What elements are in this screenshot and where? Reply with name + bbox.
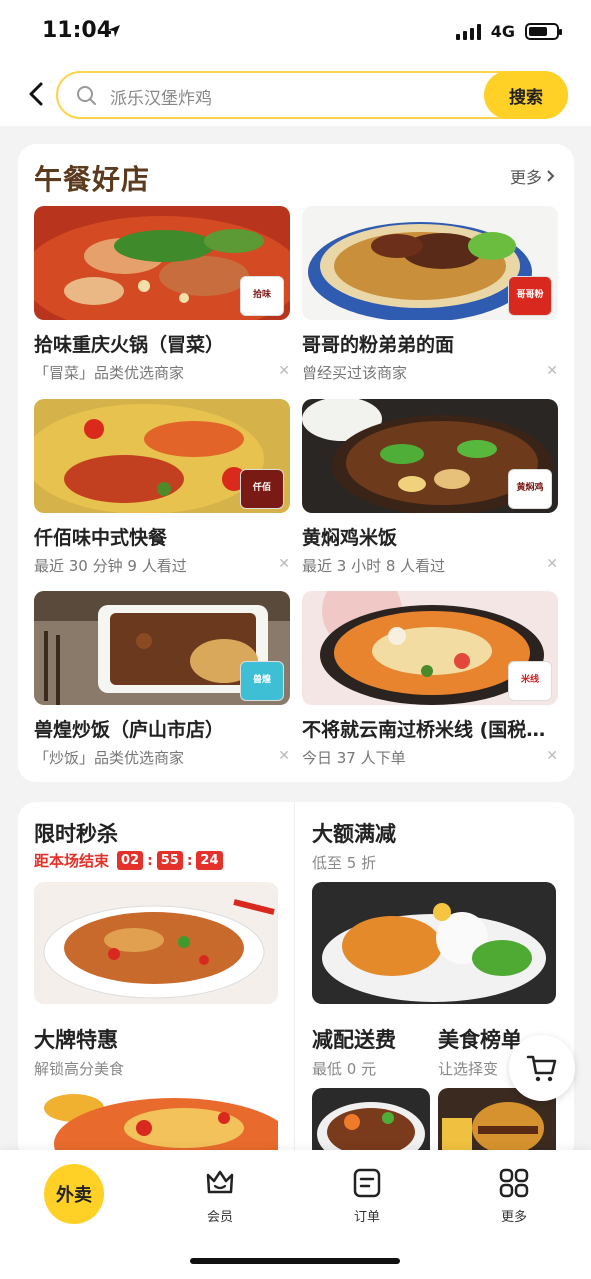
big-discount-image bbox=[312, 882, 556, 1004]
food-ranking-title: 美食榜单 bbox=[438, 1028, 522, 1052]
shop-name: 仟佰味中式快餐 bbox=[34, 527, 168, 549]
orders-icon bbox=[353, 1168, 381, 1198]
shop-name: 拾味重庆火锅（冒菜） bbox=[34, 334, 225, 356]
cart-button[interactable] bbox=[509, 1035, 575, 1101]
nav-takeout[interactable]: 外卖 bbox=[44, 1164, 104, 1224]
shop-image: 兽煌 bbox=[34, 591, 290, 705]
big-discount-title: 大额满减 bbox=[312, 822, 396, 846]
shop-logo: 哥哥粉 bbox=[508, 276, 552, 316]
status-time: 11:04 bbox=[42, 18, 113, 43]
shop-logo: 黄焖鸡 bbox=[508, 469, 552, 509]
home-indicator bbox=[190, 1258, 400, 1264]
shop-subtitle: 今日 37 人下单 bbox=[302, 749, 406, 767]
signal-icon bbox=[455, 23, 481, 40]
countdown: 距本场结束 02 : 55 : 24 bbox=[34, 850, 223, 871]
food-ranking-subtitle: 让选择变 bbox=[438, 1060, 499, 1078]
nav-more[interactable]: 更多 bbox=[474, 1164, 554, 1225]
back-button[interactable] bbox=[20, 76, 52, 112]
shop-logo: 拾味 bbox=[240, 276, 284, 316]
shop-subtitle: 最近 30 分钟 9 人看过 bbox=[34, 557, 187, 575]
big-discount-subtitle: 低至 5 折 bbox=[312, 854, 377, 872]
dismiss-icon[interactable]: ✕ bbox=[546, 748, 558, 764]
shop-name: 不将就云南过桥米线 (国税… bbox=[302, 719, 546, 741]
location-arrow-icon bbox=[108, 25, 120, 37]
divider bbox=[294, 802, 295, 1162]
shop-image: 黄焖鸡 bbox=[302, 399, 558, 513]
shop-logo: 兽煌 bbox=[240, 661, 284, 701]
brand-deals-title: 大牌特惠 bbox=[34, 1028, 118, 1052]
nav-orders[interactable]: 订单 bbox=[327, 1164, 407, 1225]
brand-deals-subtitle: 解锁高分美食 bbox=[34, 1060, 125, 1078]
battery-icon bbox=[525, 23, 562, 40]
shop-image: 拾味 bbox=[34, 206, 290, 320]
search-placeholder: 派乐汉堡炸鸡 bbox=[110, 89, 212, 109]
shop-subtitle: 「冒菜」品类优选商家 bbox=[34, 364, 185, 382]
dismiss-icon[interactable]: ✕ bbox=[278, 556, 290, 572]
chevron-right-icon bbox=[547, 170, 555, 182]
shop-image: 哥哥粉 bbox=[302, 206, 558, 320]
countdown-seconds: 24 bbox=[196, 851, 223, 870]
delivery-fee-subtitle: 最低 0 元 bbox=[312, 1060, 377, 1078]
shop-item[interactable]: 兽煌 兽煌炒饭（庐山市店） 「炒饭」品类优选商家 ✕ bbox=[34, 591, 290, 769]
status-bar: 11:04 4G bbox=[0, 0, 591, 62]
flash-sale-image bbox=[34, 882, 278, 1004]
shop-name: 哥哥的粉弟弟的面 bbox=[302, 334, 455, 356]
search-input[interactable]: 派乐汉堡炸鸡 搜索 bbox=[56, 71, 568, 119]
dismiss-icon[interactable]: ✕ bbox=[278, 748, 290, 764]
shop-item[interactable]: 仟佰 仟佰味中式快餐 最近 30 分钟 9 人看过 ✕ bbox=[34, 399, 290, 577]
grid-icon bbox=[499, 1168, 529, 1198]
shop-subtitle: 最近 3 小时 8 人看过 bbox=[302, 557, 446, 575]
lunch-shops-card: 午餐好店 更多 拾味 拾味重庆火锅（冒菜） 「冒菜」品类优选商家 ✕ 哥哥粉 哥… bbox=[18, 144, 574, 782]
dismiss-icon[interactable]: ✕ bbox=[546, 556, 558, 572]
nav-member-label: 会员 bbox=[206, 1210, 233, 1225]
nav-more-label: 更多 bbox=[500, 1210, 527, 1225]
shop-name: 兽煌炒饭（庐山市店） bbox=[34, 719, 225, 741]
shop-item[interactable]: 黄焖鸡 黄焖鸡米饭 最近 3 小时 8 人看过 ✕ bbox=[302, 399, 558, 577]
shop-subtitle: 曾经买过该商家 bbox=[302, 364, 408, 382]
network-label: 4G bbox=[490, 22, 515, 41]
promo-card: 限时秒杀 距本场结束 02 : 55 : 24 大额满减 低至 5 折 大牌特惠… bbox=[18, 802, 574, 1162]
dismiss-icon[interactable]: ✕ bbox=[278, 363, 290, 379]
shop-subtitle: 「炒饭」品类优选商家 bbox=[34, 749, 185, 767]
delivery-fee-title: 减配送费 bbox=[312, 1028, 396, 1052]
more-label: 更多 bbox=[509, 168, 542, 187]
shop-item[interactable]: 拾味 拾味重庆火锅（冒菜） 「冒菜」品类优选商家 ✕ bbox=[34, 206, 290, 384]
lunch-title: 午餐好店 bbox=[34, 163, 151, 196]
search-header: 派乐汉堡炸鸡 搜索 bbox=[0, 62, 591, 126]
shop-logo: 仟佰 bbox=[240, 469, 284, 509]
dismiss-icon[interactable]: ✕ bbox=[546, 363, 558, 379]
countdown-minutes: 55 bbox=[156, 851, 183, 870]
back-arrow-icon bbox=[29, 82, 43, 106]
countdown-hours: 02 bbox=[117, 851, 144, 870]
cart-icon bbox=[526, 1055, 557, 1082]
shop-item[interactable]: 哥哥粉 哥哥的粉弟弟的面 曾经买过该商家 ✕ bbox=[302, 206, 558, 384]
shop-logo: 米线 bbox=[508, 661, 552, 701]
nav-orders-label: 订单 bbox=[353, 1210, 380, 1225]
search-button[interactable]: 搜索 bbox=[484, 71, 568, 119]
countdown-label: 距本场结束 bbox=[34, 852, 110, 870]
nav-member[interactable]: 会员 bbox=[180, 1164, 260, 1225]
more-link[interactable]: 更多 bbox=[510, 164, 556, 188]
search-icon bbox=[77, 86, 96, 105]
shop-image: 仟佰 bbox=[34, 399, 290, 513]
member-crown-icon bbox=[206, 1170, 234, 1194]
shop-name: 黄焖鸡米饭 bbox=[302, 527, 398, 549]
shop-item[interactable]: 米线 不将就云南过桥米线 (国税… 今日 37 人下单 ✕ bbox=[302, 591, 558, 769]
shop-image: 米线 bbox=[302, 591, 558, 705]
flash-sale-title: 限时秒杀 bbox=[34, 822, 118, 846]
